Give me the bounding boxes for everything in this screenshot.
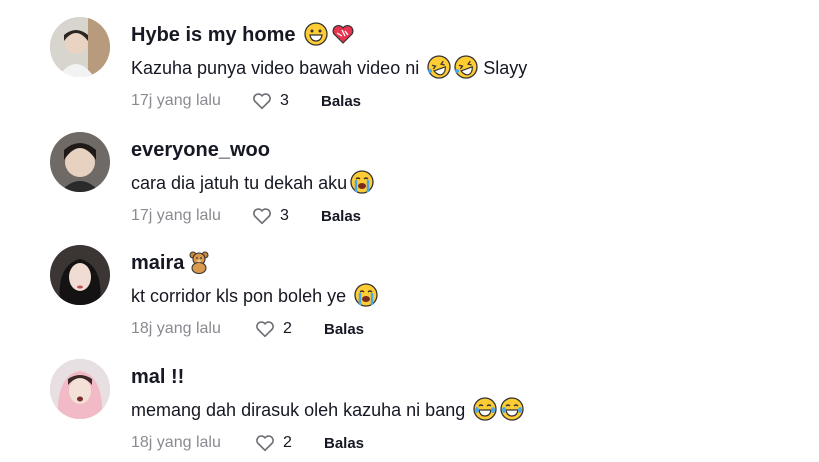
grinning-face-icon (304, 22, 328, 46)
comment-text: cara dia jatuh tu dekah aku (131, 170, 374, 195)
timestamp: 17j yang lalu (131, 207, 221, 224)
username-text: mal !! (131, 366, 185, 388)
comment-meta: 17j yang lalu 3 Balas (131, 89, 361, 113)
rolling-laughing-icon (427, 55, 451, 79)
reply-button[interactable]: Balas (324, 321, 364, 338)
username[interactable]: mal !! (131, 364, 184, 390)
comment-text-body: Kazuha punya video bawah video ni (131, 58, 420, 78)
heart-icon[interactable] (251, 90, 273, 112)
username-text: maira (131, 252, 185, 274)
comment-text-body: cara dia jatuh tu dekah aku (131, 173, 348, 193)
avatar-image-icon (50, 245, 110, 305)
like-button[interactable]: 2 (254, 318, 324, 340)
loudly-crying-icon (350, 170, 374, 194)
avatar-image-icon (50, 17, 110, 77)
mending-heart-icon (331, 22, 355, 46)
like-count: 3 (280, 207, 289, 224)
comment-text: Kazuha punya video bawah video ni Slayy (131, 55, 527, 80)
like-count: 3 (280, 92, 289, 109)
comment-item: everyone_woo cara dia jatuh tu dekah aku… (50, 132, 790, 232)
like-count: 2 (283, 320, 292, 337)
comment-meta: 18j yang lalu 2 Balas (131, 317, 364, 341)
timestamp: 18j yang lalu (131, 434, 221, 451)
comment-text: kt corridor kls pon boleh ye (131, 283, 378, 308)
avatar[interactable] (50, 17, 110, 77)
avatar-image-icon (50, 359, 110, 419)
avatar[interactable] (50, 359, 110, 419)
comment-item: mal !! memang dah dirasuk oleh kazuha ni… (50, 359, 790, 459)
timestamp: 17j yang lalu (131, 92, 221, 109)
loudly-crying-icon (354, 283, 378, 307)
username[interactable]: Hybe is my home (131, 22, 355, 48)
comment-meta: 18j yang lalu 2 Balas (131, 431, 364, 455)
reply-button[interactable]: Balas (321, 208, 361, 225)
timestamp: 18j yang lalu (131, 320, 221, 337)
comment-item: maira kt corridor kls pon boleh ye 18j y… (50, 245, 790, 345)
reply-button[interactable]: Balas (324, 435, 364, 452)
username-text: everyone_woo (131, 139, 270, 161)
comment-text-body: kt corridor kls pon boleh ye (131, 286, 347, 306)
avatar-image-icon (50, 132, 110, 192)
rolling-laughing-icon (454, 55, 478, 79)
avatar[interactable] (50, 245, 110, 305)
like-count: 2 (283, 434, 292, 451)
comment-text-suffix: Slayy (483, 58, 528, 78)
like-button[interactable]: 2 (254, 432, 324, 454)
comment-meta: 17j yang lalu 3 Balas (131, 204, 361, 228)
like-button[interactable]: 3 (251, 90, 321, 112)
username[interactable]: maira (131, 250, 211, 276)
heart-icon[interactable] (251, 205, 273, 227)
tears-of-joy-icon (500, 397, 524, 421)
reply-button[interactable]: Balas (321, 93, 361, 110)
heart-icon[interactable] (254, 432, 276, 454)
avatar[interactable] (50, 132, 110, 192)
heart-icon[interactable] (254, 318, 276, 340)
comment-text: memang dah dirasuk oleh kazuha ni bang (131, 397, 524, 422)
comment-item: Hybe is my home Kazuha punya video bawah… (50, 17, 790, 117)
username[interactable]: everyone_woo (131, 137, 270, 163)
teddy-bear-icon (187, 250, 211, 274)
tears-of-joy-icon (473, 397, 497, 421)
username-text: Hybe is my home (131, 24, 296, 46)
like-button[interactable]: 3 (251, 205, 321, 227)
comment-text-body: memang dah dirasuk oleh kazuha ni bang (131, 400, 466, 420)
